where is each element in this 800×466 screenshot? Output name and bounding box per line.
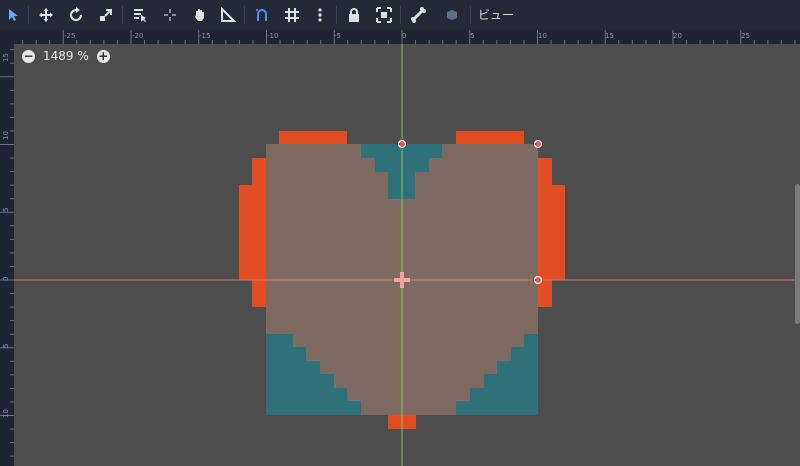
snap-options-button[interactable] [308,3,332,27]
sprite-outline-left-b [239,185,252,280]
canvas-viewport[interactable]: − 1489 % + [14,44,800,466]
pan-tool-button[interactable] [188,3,212,27]
toolbar-separator [400,6,401,24]
grid-snap-button[interactable] [280,3,304,27]
sprite-outline-right-c [538,280,552,307]
ruler-tool-button[interactable] [216,3,240,27]
view-menu-button[interactable]: ビュー [478,6,514,23]
pan-hand-icon [195,9,204,21]
ruler-label: 25 [741,32,750,40]
group-button[interactable] [372,3,396,27]
horizontal-ruler[interactable]: -25 -20 -15 -10 -5 0 5 10 15 20 25 [14,30,800,44]
canvas-scene [14,44,800,466]
resize-handle-right[interactable] [533,275,543,285]
more-options-icon [318,8,322,22]
sprite-outline-left-a [252,158,266,280]
move-tool-button[interactable] [34,3,58,27]
smart-snap-button[interactable] [250,3,274,27]
horizontal-ruler-scale: -25 -20 -15 -10 -5 0 5 10 15 20 25 [22,30,796,44]
ruler-label: 10 [2,409,10,418]
camera-override-button[interactable] [440,3,464,27]
pivot-tool-button[interactable] [158,3,182,27]
pivot-icon [164,9,176,21]
scale-tool-button[interactable] [94,3,118,27]
ruler-label: -10 [267,32,278,40]
ruler-label: -5 [334,32,341,40]
ruler-label: -25 [64,32,75,40]
skeleton-button[interactable] [406,3,430,27]
toolbar-separator [244,6,245,24]
smart-snap-icon [256,9,267,21]
zoom-out-button[interactable]: − [22,49,35,63]
toolbar-separator [470,6,471,24]
list-select-icon [134,9,146,22]
ruler-label: 10 [2,131,10,140]
resize-handle-top[interactable] [397,139,407,149]
ruler-label: 5 [470,32,474,40]
grid-snap-icon [285,8,299,22]
zoom-level-readout[interactable]: 1489 % [43,49,89,63]
sprite-outline-right-b [552,185,565,280]
lock-button[interactable] [342,3,366,27]
ruler-label: 15 [605,32,614,40]
sprite-outline-top-right [456,131,524,144]
select-arrow-icon [9,9,18,21]
sprite-outline-top-left [279,131,347,144]
lock-icon [349,8,359,22]
ruler-label: 0 [402,32,406,40]
rotate-tool-button[interactable] [64,3,88,27]
ruler-icon [221,7,236,22]
resize-handle-top-right[interactable] [533,139,543,149]
group-icon [376,7,392,23]
editor-2d-viewport-window: ビュー -25 -20 -15 -10 -5 0 5 10 15 20 25 1… [0,0,800,466]
vertical-ruler-scale: 15 10 5 0 5 10 [0,49,14,457]
select-tool-button[interactable] [2,3,26,27]
camera-override-icon [447,10,457,20]
toolbar-separator [122,6,123,24]
vertical-scrollbar[interactable] [795,184,800,324]
sprite-outline-right-a [538,158,552,280]
zoom-in-button[interactable]: + [96,49,110,63]
ruler-label: 15 [2,53,10,62]
ruler-label: 5 [2,208,10,212]
ruler-label: 0 [2,277,10,281]
ruler-label: -15 [199,32,210,40]
canvas-toolbar: ビュー [0,0,800,30]
zoom-controls: − 1489 % + [22,49,110,63]
rotate-icon [70,7,82,21]
ruler-label: 10 [538,32,547,40]
toolbar-separator [336,6,337,24]
skeleton-bone-icon [411,7,426,23]
ruler-label: 5 [2,344,10,348]
move-icon [39,8,53,22]
ruler-label: 20 [673,32,682,40]
vertical-ruler[interactable]: 15 10 5 0 5 10 [0,30,14,466]
sprite-outline-left-c [252,280,266,307]
scale-icon [100,9,112,21]
toolbar-separator [28,6,29,24]
list-select-button[interactable] [128,3,152,27]
ruler-label: -20 [132,32,143,40]
